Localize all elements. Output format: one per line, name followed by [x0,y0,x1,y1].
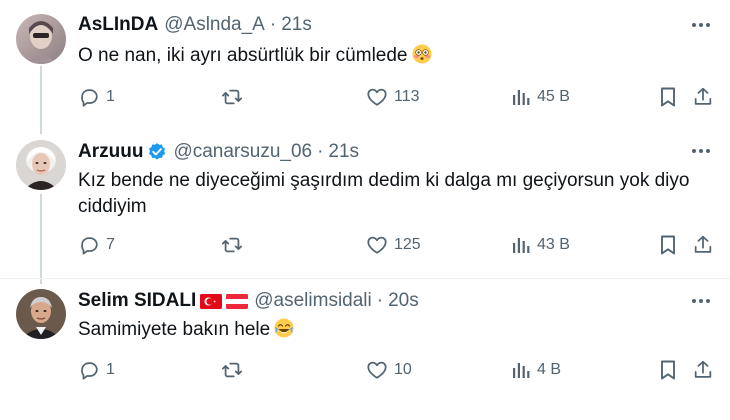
tweet-header: Arzuuu @canarsuzu_06 · 21s [78,141,359,163]
avatar[interactable] [16,289,66,339]
avatar[interactable] [16,14,66,64]
like-button[interactable]: 10 [366,355,412,385]
reply-icon [81,362,98,380]
view-count: 4 B [537,361,562,378]
bookmark-button[interactable] [658,355,678,385]
more-dots-icon [692,23,710,27]
retweet-button[interactable] [220,355,244,385]
tweet-header: Selim SIDALI @aselimsidali · 20s [78,290,419,312]
tweet-header: AsLInDA @Aslnda_A · 21s [78,14,312,36]
tweet-actions: 7 125 43 B [70,230,720,260]
author-handle[interactable]: @Aslnda_A [164,14,265,36]
like-button[interactable]: 125 [366,230,421,260]
tweet-actions: 1 10 4 B [70,355,720,385]
turkey-flag-icon [200,293,223,309]
views-button[interactable]: 43 B [511,230,570,260]
share-button[interactable] [692,355,714,385]
reply-count: 7 [106,236,115,253]
tweet-text-content: Samimiyete bakın hele [78,319,271,340]
more-options-button[interactable] [688,12,714,38]
author-handle[interactable]: @canarsuzu_06 [173,141,312,163]
timestamp[interactable]: 21s [281,14,312,36]
share-icon [694,87,712,105]
tweet[interactable]: AsLInDA @Aslnda_A · 21s O ne nan, iki ay… [0,0,730,128]
heart-icon [367,361,387,379]
avatar[interactable] [16,140,66,190]
share-button[interactable] [692,230,714,260]
reply-icon [81,237,98,255]
retweet-button[interactable] [220,82,244,112]
timestamp[interactable]: 20s [388,290,419,312]
view-count: 43 B [537,236,570,253]
author-name[interactable]: AsLInDA [78,14,158,36]
author-handle[interactable]: @aselimsidali [254,290,372,312]
views-bar-chart-icon [513,363,530,378]
timestamp[interactable]: 21s [328,141,359,163]
more-dots-icon [692,299,710,303]
share-icon [694,360,712,378]
tweet-text: O ne nan, iki ayrı absürtlük bir cümlede [78,43,698,72]
tweet-text-line: ciddiyim [78,196,147,217]
retweet-icon [221,362,243,378]
tears-of-joy-emoji-icon [274,318,294,346]
bookmark-button[interactable] [658,82,678,112]
tweet-thread: AsLInDA @Aslnda_A · 21s O ne nan, iki ay… [0,0,730,420]
like-count: 125 [394,236,421,253]
separator-dot: · [376,290,384,311]
retweet-icon [221,237,243,253]
like-count: 113 [394,88,420,105]
tweet-text: Samimiyete bakın hele [78,317,698,346]
tweet-text: Kız bende ne diyeceğimi şaşırdım dedim k… [78,168,698,220]
bookmark-icon [661,235,675,255]
bookmark-icon [661,87,675,107]
separator-dot: · [317,141,324,162]
reply-button[interactable]: 7 [78,230,115,260]
austria-flag-icon [226,293,249,309]
verified-badge-icon[interactable] [147,142,167,162]
like-count: 10 [394,361,412,378]
tweet-text-content: O ne nan, iki ayrı absürtlük bir cümlede [78,45,408,66]
tweet-text-line: Kız bende ne diyeceğimi şaşırdım dedim k… [78,170,690,191]
retweet-button[interactable] [220,230,244,260]
more-dots-icon [692,149,710,153]
like-button[interactable]: 113 [366,82,420,112]
views-button[interactable]: 4 B [511,355,561,385]
more-options-button[interactable] [688,138,714,164]
reply-count: 1 [106,361,115,378]
tweet[interactable]: Arzuuu @canarsuzu_06 · 21s Kız bende ne … [0,128,730,278]
view-count: 45 B [537,88,570,105]
separator-dot: · [269,14,277,35]
tweet-actions: 1 113 45 B [70,82,720,112]
author-name[interactable]: Selim SIDALI [78,290,196,312]
views-bar-chart-icon [513,90,530,105]
share-icon [694,235,712,253]
views-button[interactable]: 45 B [511,82,570,112]
bookmark-icon [661,360,675,380]
reply-button[interactable]: 1 [78,82,115,112]
author-name[interactable]: Arzuuu [78,141,143,163]
reply-button[interactable]: 1 [78,355,115,385]
heart-icon [367,88,387,106]
bookmark-button[interactable] [658,230,678,260]
flushed-face-emoji-icon [412,44,432,72]
tweet[interactable]: Selim SIDALI @aselimsidali · 20s Samimiy… [0,278,730,420]
more-options-button[interactable] [688,288,714,314]
share-button[interactable] [692,82,714,112]
heart-icon [367,236,387,254]
reply-icon [81,89,98,107]
reply-count: 1 [106,88,115,105]
views-bar-chart-icon [513,238,530,253]
retweet-icon [221,89,243,105]
